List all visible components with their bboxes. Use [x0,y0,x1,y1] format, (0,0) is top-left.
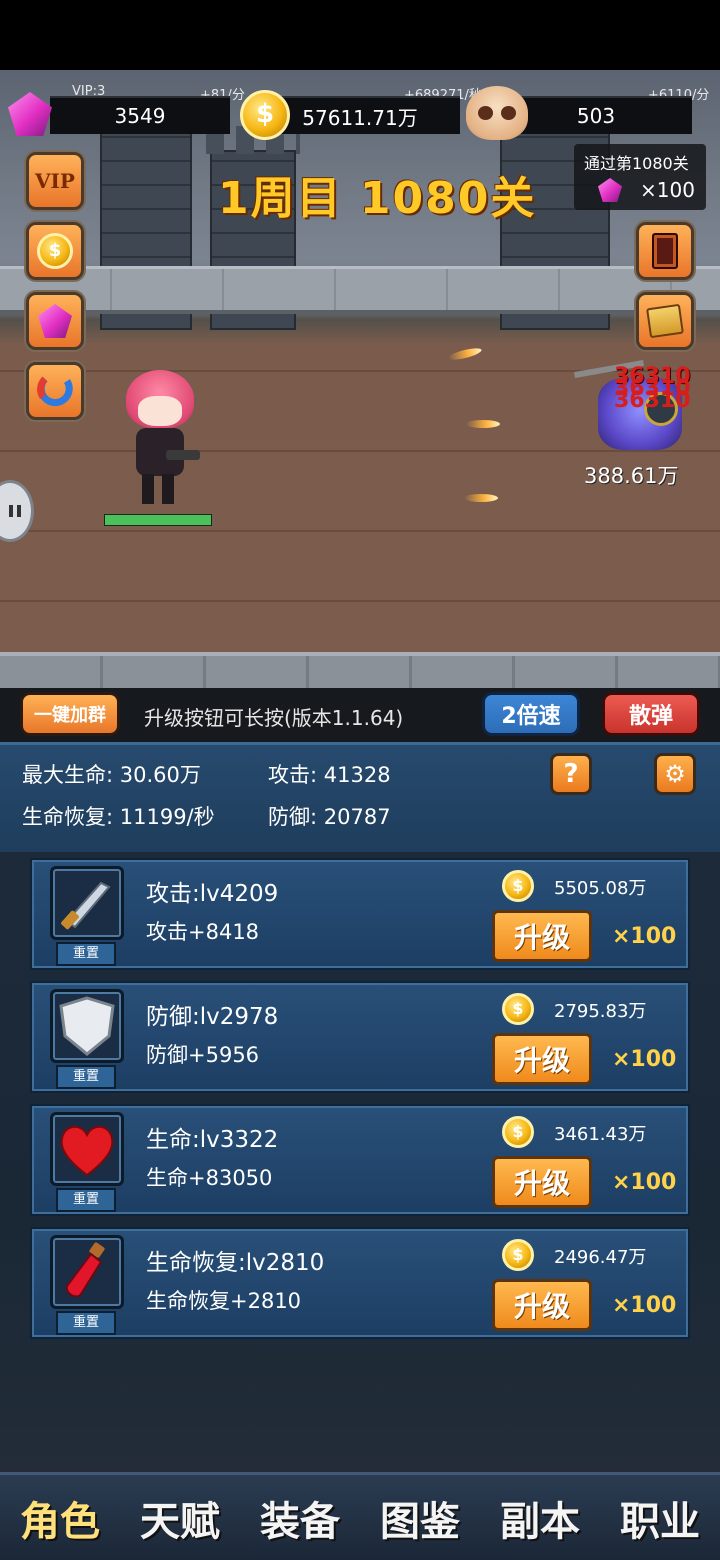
upgrade-card-attack: 重置 攻击:lv4209 攻击+8418 $ 5505.08万 升级 ×100 [30,858,690,970]
reset-button[interactable]: 重置 [56,1065,116,1089]
reward-label: 通过第1080关 [584,154,689,173]
gem-shop-button[interactable] [26,292,84,350]
upgrade-cost: 2496.47万 [554,1247,647,1268]
vip-button[interactable]: VIP [26,152,84,210]
reset-button[interactable]: 重置 [56,1311,116,1335]
nav-tab-character[interactable]: 角色 [20,1489,100,1547]
bullet-projectile [447,346,483,362]
player-health-bar [104,514,212,526]
reset-button[interactable]: 重置 [56,1188,116,1212]
enemy-damage-text: 36310 [614,364,691,389]
potion-icon [50,1235,124,1309]
player-character [122,370,202,510]
gold-coin-icon: $ [502,993,534,1025]
dagger-icon [50,866,124,940]
cards-icon [646,303,684,339]
nav-tab-codex[interactable]: 图鉴 [380,1489,460,1547]
bottom-nav: 角色 天赋 装备 图鉴 副本 职业 [0,1472,720,1560]
upgrade-title: 攻击:lv4209 [146,881,279,907]
help-button[interactable]: ? [550,753,592,795]
stat-attack: 攻击: 41328 [268,763,391,787]
castle-wall-top [0,266,720,314]
game-screen: VIP:3 +81/分 3549 +689271/秒 57611.71万 $ +… [0,0,720,1560]
gem-icon [8,92,52,136]
heart-icon [50,1112,124,1186]
gold-coin-icon: $ [502,1116,534,1148]
upgrade-title: 生命恢复:lv2810 [146,1250,325,1276]
gem-icon [598,178,622,202]
nav-tab-class[interactable]: 职业 [620,1489,700,1547]
upgrade-effect: 攻击+8418 [146,920,260,944]
reward-amount: ×100 [640,178,695,202]
reset-button[interactable]: 重置 [56,942,116,966]
upgrade-panel: 重置 攻击:lv4209 攻击+8418 $ 5505.08万 升级 ×100 … [0,852,720,1472]
pause-bubble[interactable] [0,480,34,542]
upgrade-effect: 生命恢复+2810 [146,1289,302,1313]
gold-coin-icon: $ [502,870,534,902]
nav-tab-equipment[interactable]: 装备 [260,1489,340,1547]
shield-icon [50,989,124,1063]
gem-icon [38,304,72,338]
skull-count: 503 [500,96,692,134]
upgrade-card-health: 重置 生命:lv3322 生命+83050 $ 3461.43万 升级 ×100 [30,1104,690,1216]
upgrade-effect: 防御+5956 [146,1043,260,1067]
upgrade-title: 生命:lv3322 [146,1127,279,1153]
upgrade-multiplier[interactable]: ×100 [612,1293,676,1318]
upgrade-multiplier[interactable]: ×100 [612,1170,676,1195]
stats-panel: 最大生命: 30.60万 攻击: 41328 生命恢复: 11199/秒 防御:… [0,742,720,852]
gold-count: 57611.71万 [260,96,460,134]
join-group-button[interactable]: 一键加群 [20,692,120,736]
gold-shop-button[interactable]: $ [26,222,84,280]
nav-tab-dungeon[interactable]: 副本 [500,1489,580,1547]
upgrade-button[interactable]: 升级 [492,1033,592,1085]
gold-coin-icon: $ [240,90,290,140]
stat-regen: 生命恢复: 11199/秒 [22,805,215,829]
upgrade-cost: 2795.83万 [554,1001,647,1022]
magnet-icon [37,376,73,407]
upgrade-effect: 生命+83050 [146,1166,273,1190]
stat-defense: 防御: 20787 [268,805,391,829]
enemy-hp: 388.61万 [584,464,679,488]
stage-reward: 通过第1080关 ×100 [574,144,706,210]
battle-scene: VIP:3 +81/分 3549 +689271/秒 57611.71万 $ +… [0,70,720,695]
gold-coin-icon: $ [502,1239,534,1271]
card-button[interactable] [636,222,694,280]
bullet-mode-button[interactable]: 散弹 [602,692,700,736]
gold-coin-icon: $ [37,233,73,269]
upgrade-cost: 3461.43万 [554,1124,647,1145]
upgrade-multiplier[interactable]: ×100 [612,924,676,949]
player-health-fill [105,515,211,525]
stage-title: 1周目 1080关 [218,173,537,224]
speed-button[interactable]: 2倍速 [482,692,580,736]
upgrade-button[interactable]: 升级 [492,1279,592,1331]
upgrade-card-defense: 重置 防御:lv2978 防御+5956 $ 2795.83万 升级 ×100 [30,981,690,1093]
settings-button[interactable]: ⚙ [654,753,696,795]
upgrade-title: 防御:lv2978 [146,1004,279,1030]
cards-collection-button[interactable] [636,292,694,350]
upgrade-cost: 5505.08万 [554,878,647,899]
notice-text: 升级按钮可长按(版本1.1.64) [144,706,404,730]
upgrade-button[interactable]: 升级 [492,1156,592,1208]
magnet-button[interactable] [26,362,84,420]
upgrade-card-regen: 重置 生命恢复:lv2810 生命恢复+2810 $ 2496.47万 升级 ×… [30,1227,690,1339]
card-icon [652,233,678,269]
skull-icon [466,86,528,140]
bullet-projectile [466,420,500,428]
upgrade-multiplier[interactable]: ×100 [612,1047,676,1072]
nav-tab-talent[interactable]: 天赋 [140,1489,220,1547]
bullet-projectile [464,494,498,502]
upgrade-button[interactable]: 升级 [492,910,592,962]
gem-count: 3549 [50,96,230,134]
stat-max-hp: 最大生命: 30.60万 [22,763,201,787]
